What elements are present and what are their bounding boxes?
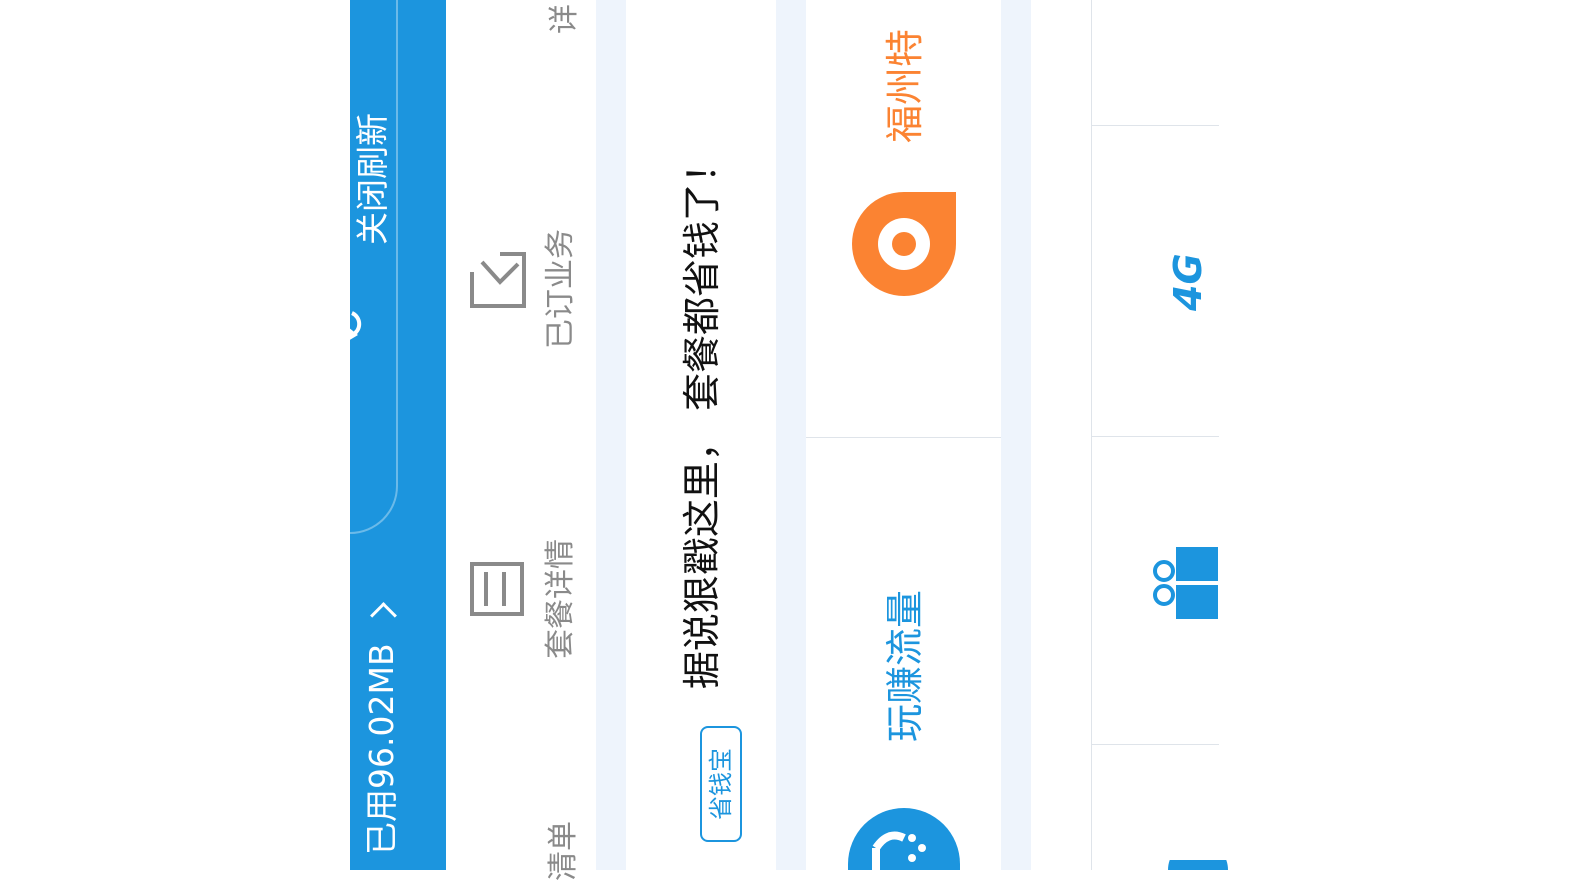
section-divider — [776, 0, 806, 870]
4g-icon[interactable]: 4G — [1165, 239, 1211, 311]
section-divider — [596, 0, 626, 870]
data-used-label: 已用96.02MB — [362, 643, 401, 855]
quick-action-label[interactable]: 已订业务 — [543, 209, 578, 349]
check-box-icon[interactable] — [470, 252, 526, 308]
refresh-icon[interactable] — [348, 305, 372, 341]
quick-action-label[interactable]: 清单 — [546, 813, 581, 881]
promo-text[interactable]: 据说狠戳这里， 套餐都省钱了！ — [677, 145, 727, 705]
feature-card-label[interactable]: 玩赚流量 — [880, 590, 930, 742]
feature-card-text: 福州特 — [883, 28, 927, 143]
card-divider — [806, 437, 1001, 438]
quick-action-label[interactable]: 套餐详情 — [543, 519, 578, 659]
quick-action-label[interactable]: 详 — [547, 0, 582, 39]
feature-card-label[interactable]: 福州特 — [880, 3, 930, 143]
list-icon[interactable] — [470, 562, 524, 616]
gift-icon[interactable] — [1152, 545, 1218, 621]
robot-icon[interactable] — [848, 808, 960, 870]
grid-divider — [1091, 0, 1092, 870]
close-refresh-button[interactable]: 关闭刷新 — [353, 105, 393, 245]
grid-divider — [1091, 125, 1219, 126]
circle-icon[interactable] — [1168, 860, 1228, 870]
savings-badge[interactable]: 省钱宝 — [700, 726, 742, 842]
data-used-link[interactable]: 已用96.02MB — [360, 601, 404, 855]
header-curve — [300, 0, 398, 534]
grid-divider — [1091, 744, 1219, 745]
section-divider — [1001, 0, 1031, 870]
grid-divider — [1091, 436, 1219, 437]
location-pin-icon[interactable] — [849, 189, 959, 299]
4g-icon-text: 4G — [1166, 253, 1210, 311]
